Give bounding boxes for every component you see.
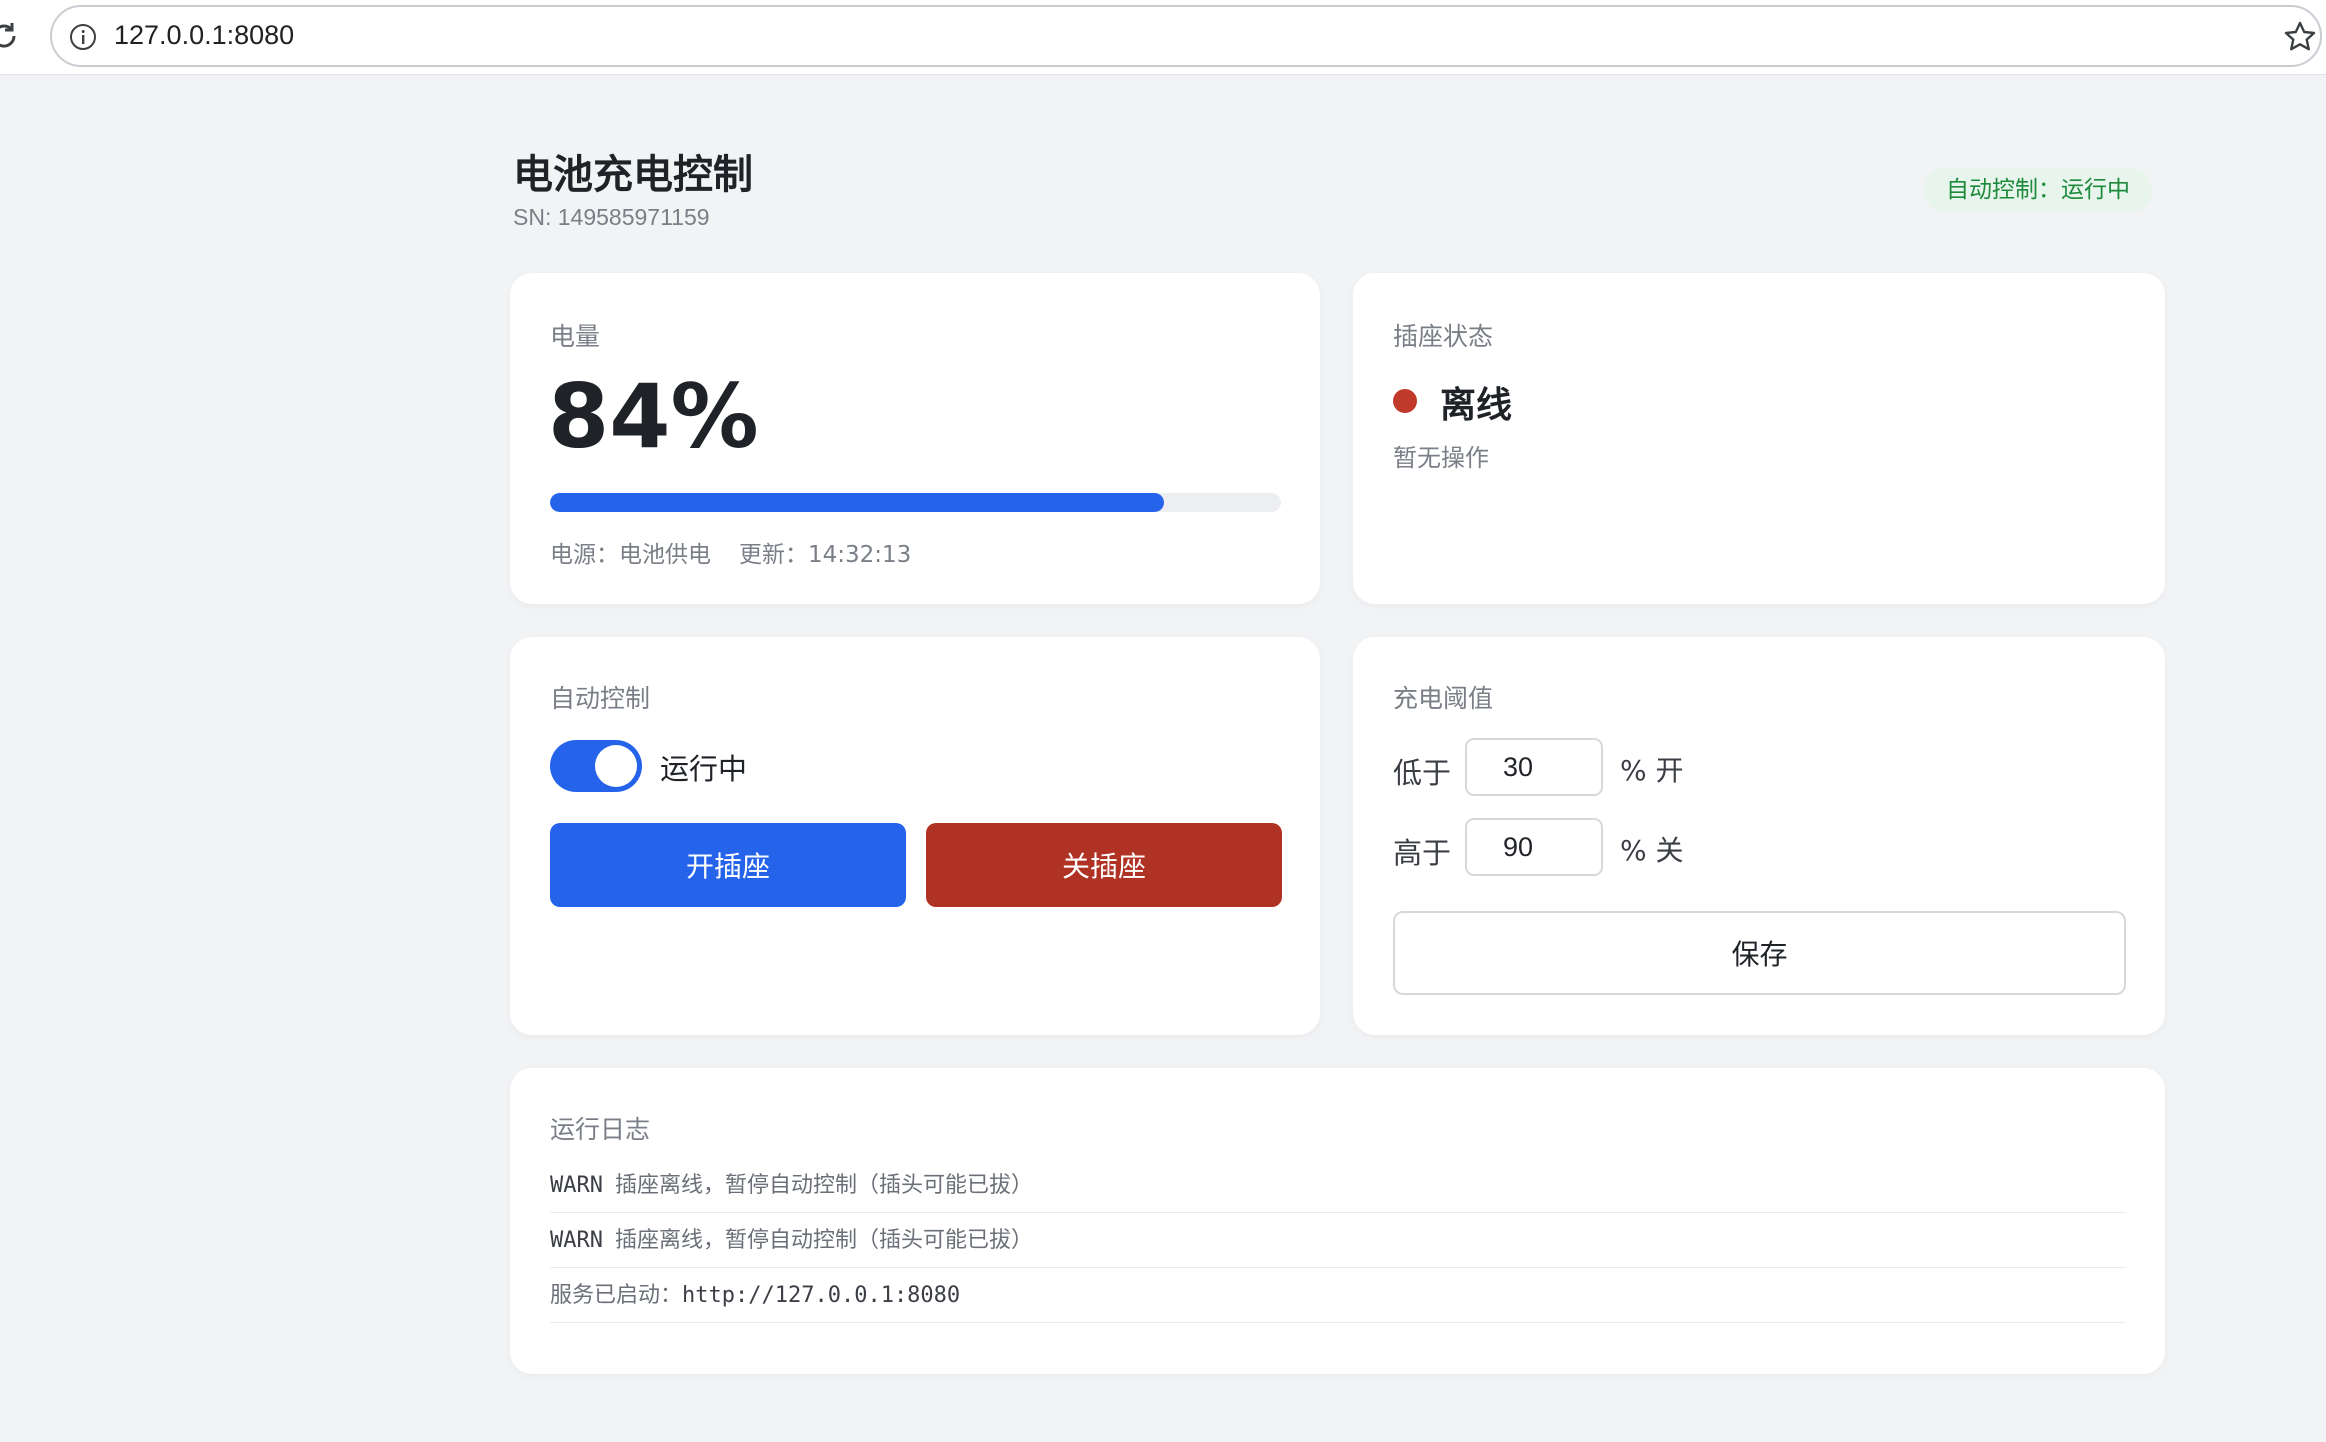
toggle-knob xyxy=(595,745,637,787)
charge-threshold-card: 充电阈值 低于 % 开 高于 % 关 保存 xyxy=(1353,637,2165,1035)
socket-action-text: 暂无操作 xyxy=(1393,444,1489,472)
auto-control-card: 自动控制 运行中 开插座 关插座 xyxy=(510,637,1320,1035)
socket-status-text: 离线 xyxy=(1440,385,1513,426)
low-threshold-unit: % 开 xyxy=(1620,754,1684,787)
high-threshold-input[interactable] xyxy=(1465,818,1603,876)
serial-number: SN: 149585971159 xyxy=(513,204,710,230)
status-dot-icon xyxy=(1393,389,1417,413)
toggle-label: 运行中 xyxy=(660,752,748,786)
log-card-label: 运行日志 xyxy=(550,1115,651,1144)
address-bar[interactable]: 127.0.0.1:8080 xyxy=(50,5,2322,67)
log-entry: 服务已启动：http://127.0.0.1:8080 xyxy=(550,1268,2125,1323)
browser-toolbar: 127.0.0.1:8080 xyxy=(0,0,2326,75)
url-text[interactable]: 127.0.0.1:8080 xyxy=(114,20,294,51)
bookmark-star-icon[interactable] xyxy=(2282,19,2318,55)
battery-progress-bar xyxy=(550,493,1281,512)
log-entry: WARN 插座离线，暂停自动控制（插头可能已拔） xyxy=(550,1213,2125,1268)
socket-on-button[interactable]: 开插座 xyxy=(550,823,906,907)
save-button[interactable]: 保存 xyxy=(1393,911,2126,995)
threshold-card-label: 充电阈值 xyxy=(1393,684,1494,713)
log-url: http://127.0.0.1:8080 xyxy=(682,1283,961,1308)
auto-control-toggle[interactable] xyxy=(550,740,642,792)
log-list: WARN 插座离线，暂停自动控制（插头可能已拔） WARN 插座离线，暂停自动控制（… xyxy=(550,1158,2125,1323)
log-message: 插座离线，暂停自动控制（插头可能已拔） xyxy=(614,1173,1033,1198)
power-source-text: 电源：电池供电 xyxy=(550,542,711,568)
low-threshold-label: 低于 xyxy=(1393,756,1452,790)
log-level: WARN xyxy=(550,1228,603,1253)
socket-status-card: 插座状态 离线 暂无操作 xyxy=(1353,273,2165,604)
low-threshold-input[interactable] xyxy=(1465,738,1603,796)
battery-card-label: 电量 xyxy=(550,322,601,351)
auto-control-label: 自动控制 xyxy=(550,684,651,713)
log-entry: WARN 插座离线，暂停自动控制（插头可能已拔） xyxy=(550,1158,2125,1213)
log-message: 插座离线，暂停自动控制（插头可能已拔） xyxy=(614,1228,1033,1253)
socket-card-label: 插座状态 xyxy=(1393,322,1494,351)
battery-meta: 电源：电池供电 更新：14:32:13 xyxy=(550,535,911,569)
high-threshold-unit: % 关 xyxy=(1620,834,1684,867)
log-message: 服务已启动： xyxy=(550,1283,683,1308)
high-threshold-label: 高于 xyxy=(1393,836,1452,870)
site-info-icon[interactable] xyxy=(68,22,98,52)
page-title: 电池充电控制 xyxy=(513,152,753,198)
battery-percentage: 84% xyxy=(548,365,759,468)
battery-card: 电量 84% 电源：电池供电 更新：14:32:13 xyxy=(510,273,1320,604)
log-level: WARN xyxy=(550,1173,603,1198)
auto-status-badge: 自动控制：运行中 xyxy=(1924,168,2152,212)
updated-time-text: 更新：14:32:13 xyxy=(739,542,912,568)
run-log-card: 运行日志 WARN 插座离线，暂停自动控制（插头可能已拔） WARN 插座离线，暂停… xyxy=(510,1068,2165,1374)
reload-icon[interactable] xyxy=(0,18,22,54)
battery-progress-fill xyxy=(550,493,1165,512)
socket-off-button[interactable]: 关插座 xyxy=(926,823,1282,907)
